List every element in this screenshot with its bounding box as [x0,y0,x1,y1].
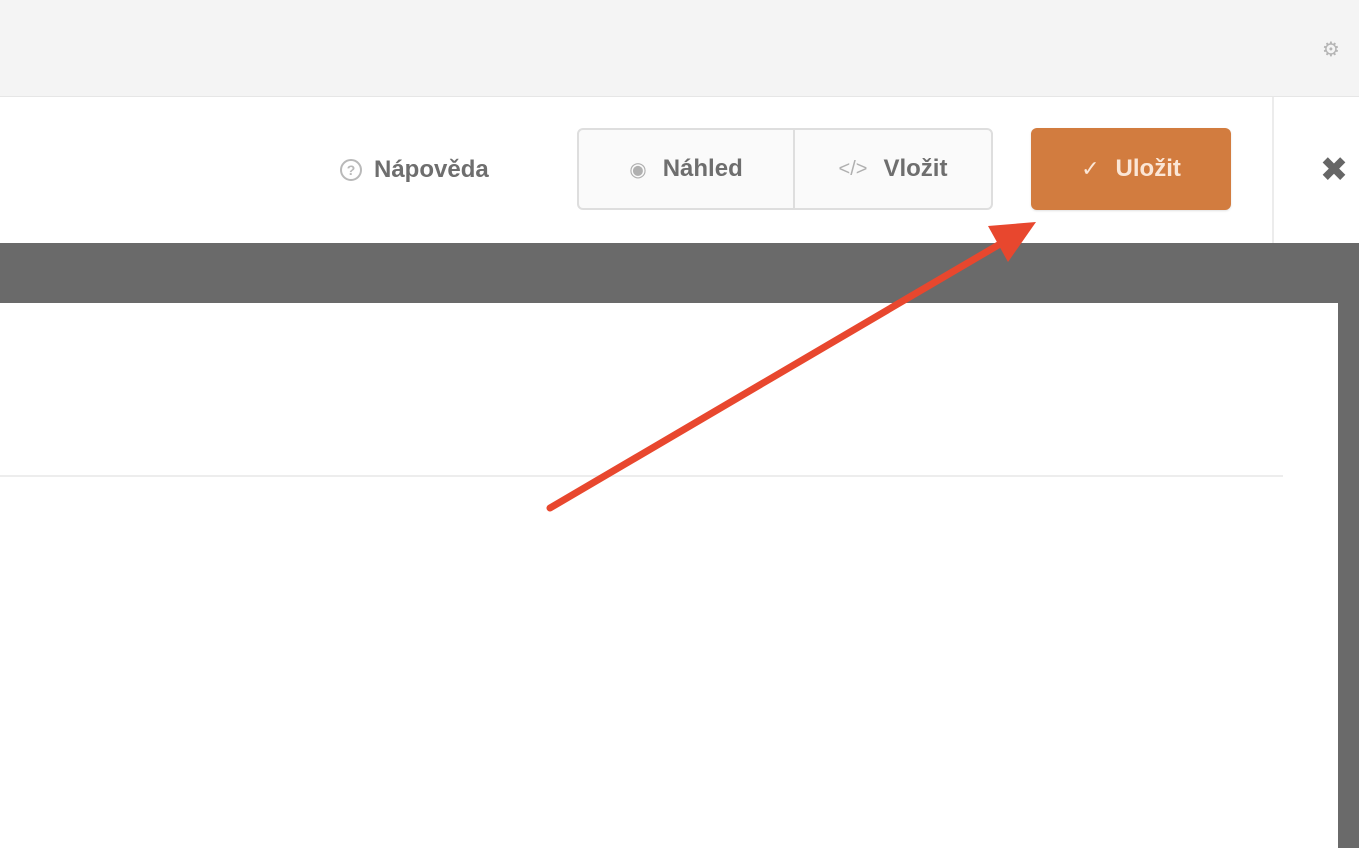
preview-button[interactable]: ◉ Náhled [579,130,795,208]
editor-frame-border [1338,243,1359,848]
embed-button[interactable]: </> Vložit [795,130,991,208]
top-bar: ⚙ [0,0,1359,97]
editor-toolbar: ? Nápověda ◉ Náhled </> Vložit ✓ Uložit … [0,97,1359,243]
editor-canvas[interactable] [0,303,1338,848]
preview-embed-button-group: ◉ Náhled </> Vložit [577,128,993,210]
embed-label: Vložit [883,155,948,182]
toolbar-divider [1272,97,1274,243]
check-icon: ✓ [1081,156,1100,181]
save-label: Uložit [1115,155,1181,182]
help-label: Nápověda [374,156,489,183]
code-icon: </> [838,157,868,180]
save-button[interactable]: ✓ Uložit [1031,128,1231,210]
help-link[interactable]: ? Nápověda [340,153,489,187]
eye-icon: ◉ [629,158,647,181]
question-circle-icon: ? [340,159,362,181]
content-divider [0,475,1283,477]
editor-frame-header [0,243,1359,303]
close-icon[interactable]: ✖ [1314,151,1354,189]
preview-label: Náhled [662,155,743,182]
gear-icon[interactable]: ⚙ [1320,38,1342,61]
